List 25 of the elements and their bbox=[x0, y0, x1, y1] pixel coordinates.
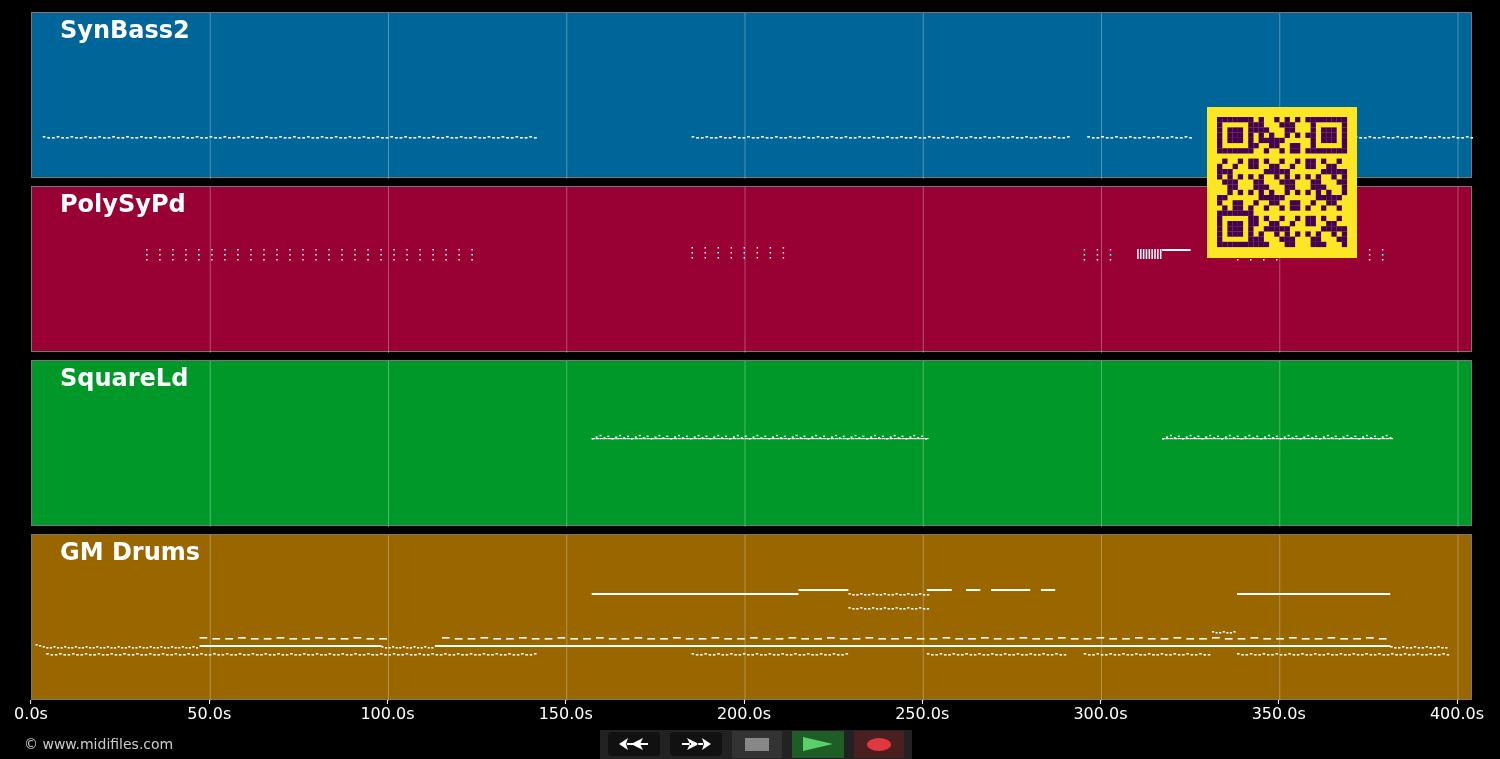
axis-tick-label: 50.0s bbox=[187, 704, 232, 724]
record-button[interactable] bbox=[854, 730, 904, 758]
stop-button[interactable] bbox=[732, 730, 782, 758]
track-name: GM Drums bbox=[60, 538, 201, 566]
fast-forward-icon bbox=[681, 737, 711, 752]
stop-icon bbox=[745, 737, 769, 751]
qr-code-icon bbox=[1207, 107, 1357, 258]
axis-tick-label: 0.0s bbox=[14, 704, 48, 724]
track-name: SynBass2 bbox=[60, 16, 190, 44]
axis-tick-label: 300.0s bbox=[1073, 704, 1128, 724]
rewind-button[interactable] bbox=[608, 732, 660, 757]
axis-tick-label: 200.0s bbox=[716, 704, 772, 724]
axis-tick-label: 400.0s bbox=[1429, 704, 1485, 724]
track-name: SquareLd bbox=[60, 364, 189, 392]
fast-forward-button[interactable] bbox=[670, 732, 722, 757]
axis-tick-label: 150.0s bbox=[538, 704, 593, 724]
play-icon bbox=[803, 737, 833, 752]
axis-tick-label: 350.0s bbox=[1251, 704, 1306, 724]
play-button[interactable] bbox=[792, 730, 844, 758]
axis-tick-label: 250.0s bbox=[895, 704, 950, 724]
track-name: PolySyPd bbox=[60, 190, 186, 218]
axis-tick-label: 100.0s bbox=[360, 704, 415, 724]
rewind-icon bbox=[619, 737, 649, 752]
copyright-text: © www.midifiles.com bbox=[24, 734, 175, 754]
record-icon bbox=[867, 737, 891, 751]
